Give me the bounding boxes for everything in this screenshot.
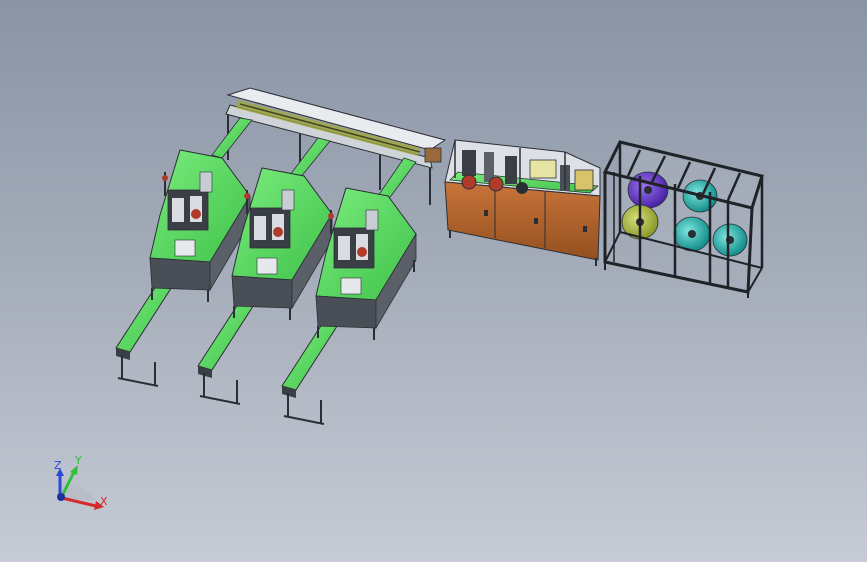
z-axis-label: Z: [54, 459, 62, 472]
packer-lower-frame: [315, 295, 377, 329]
ear-loop-feeder: [281, 189, 295, 211]
outfeed-conveyor: [281, 317, 342, 391]
material-unwind-cage[interactable]: [602, 140, 764, 298]
packer-lower-frame: [149, 257, 211, 291]
welding-plate: [254, 216, 266, 240]
ear-loop-feeder: [365, 209, 379, 231]
cad-viewport[interactable]: Z Y X: [0, 0, 867, 562]
drive-wheel: [357, 247, 367, 257]
drive-wheel: [191, 209, 201, 219]
ear-loop-feeder: [199, 171, 213, 193]
production-line-model[interactable]: Z Y X: [0, 0, 867, 562]
outfeed-conveyor: [197, 297, 258, 371]
main-forming-machine[interactable]: [444, 139, 601, 266]
axis-triad: Z Y X: [54, 454, 108, 510]
spindle-cap: [162, 175, 168, 181]
spindle-cap: [244, 193, 250, 199]
outfeed-conveyor: [115, 279, 176, 353]
x-axis-label: X: [100, 495, 108, 508]
conveyor-foot-bar: [283, 415, 325, 425]
welding-plate: [338, 236, 350, 260]
cutter-block: [340, 277, 362, 295]
packer-lower-frame: [231, 275, 293, 309]
y-axis-label: Y: [74, 454, 82, 467]
cutter-block: [174, 239, 196, 257]
drive-wheel: [273, 227, 283, 237]
triad-origin: [57, 493, 65, 501]
packing-units: [115, 149, 417, 425]
cutter-block: [256, 257, 278, 275]
conveyor-foot-bar: [117, 377, 159, 387]
overhead-transfer-bridge: [211, 87, 447, 205]
conveyor-foot-bar: [199, 395, 241, 405]
spindle-cap: [328, 213, 334, 219]
packing-unit-1[interactable]: [115, 149, 251, 387]
welding-plate: [172, 198, 184, 222]
